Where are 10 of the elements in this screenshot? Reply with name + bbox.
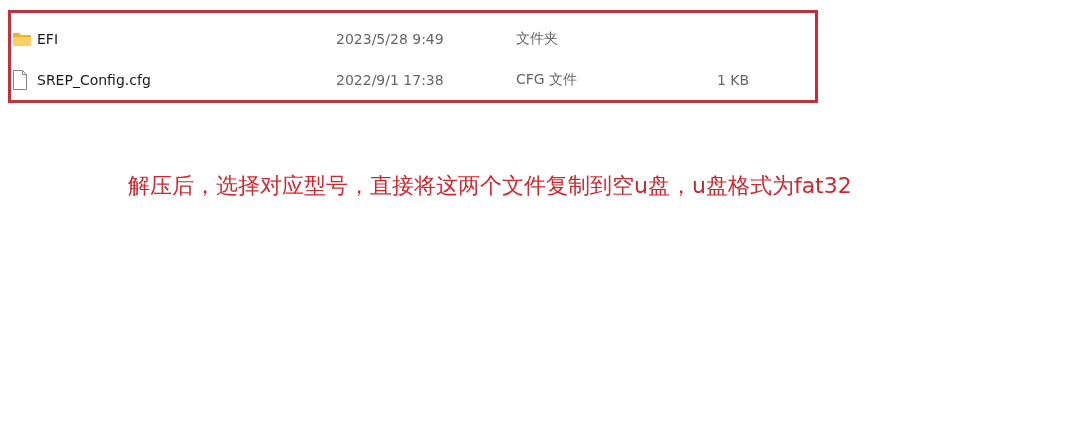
- file-size: 1 KB: [717, 71, 750, 88]
- file-name[interactable]: EFI: [37, 30, 59, 47]
- file-type: CFG 文件: [516, 70, 578, 89]
- modified-date: 2022/9/1 17:38: [336, 71, 444, 88]
- file-type: 文件夹: [516, 29, 558, 48]
- modified-date: 2023/5/28 9:49: [336, 30, 444, 47]
- file-name[interactable]: SREP_Config.cfg: [37, 71, 151, 88]
- annotation-text: 解压后，选择对应型号，直接将这两个文件复制到空u盘，u盘格式为fat32: [128, 172, 853, 200]
- folder-icon: [12, 30, 32, 47]
- file-icon: [12, 69, 28, 90]
